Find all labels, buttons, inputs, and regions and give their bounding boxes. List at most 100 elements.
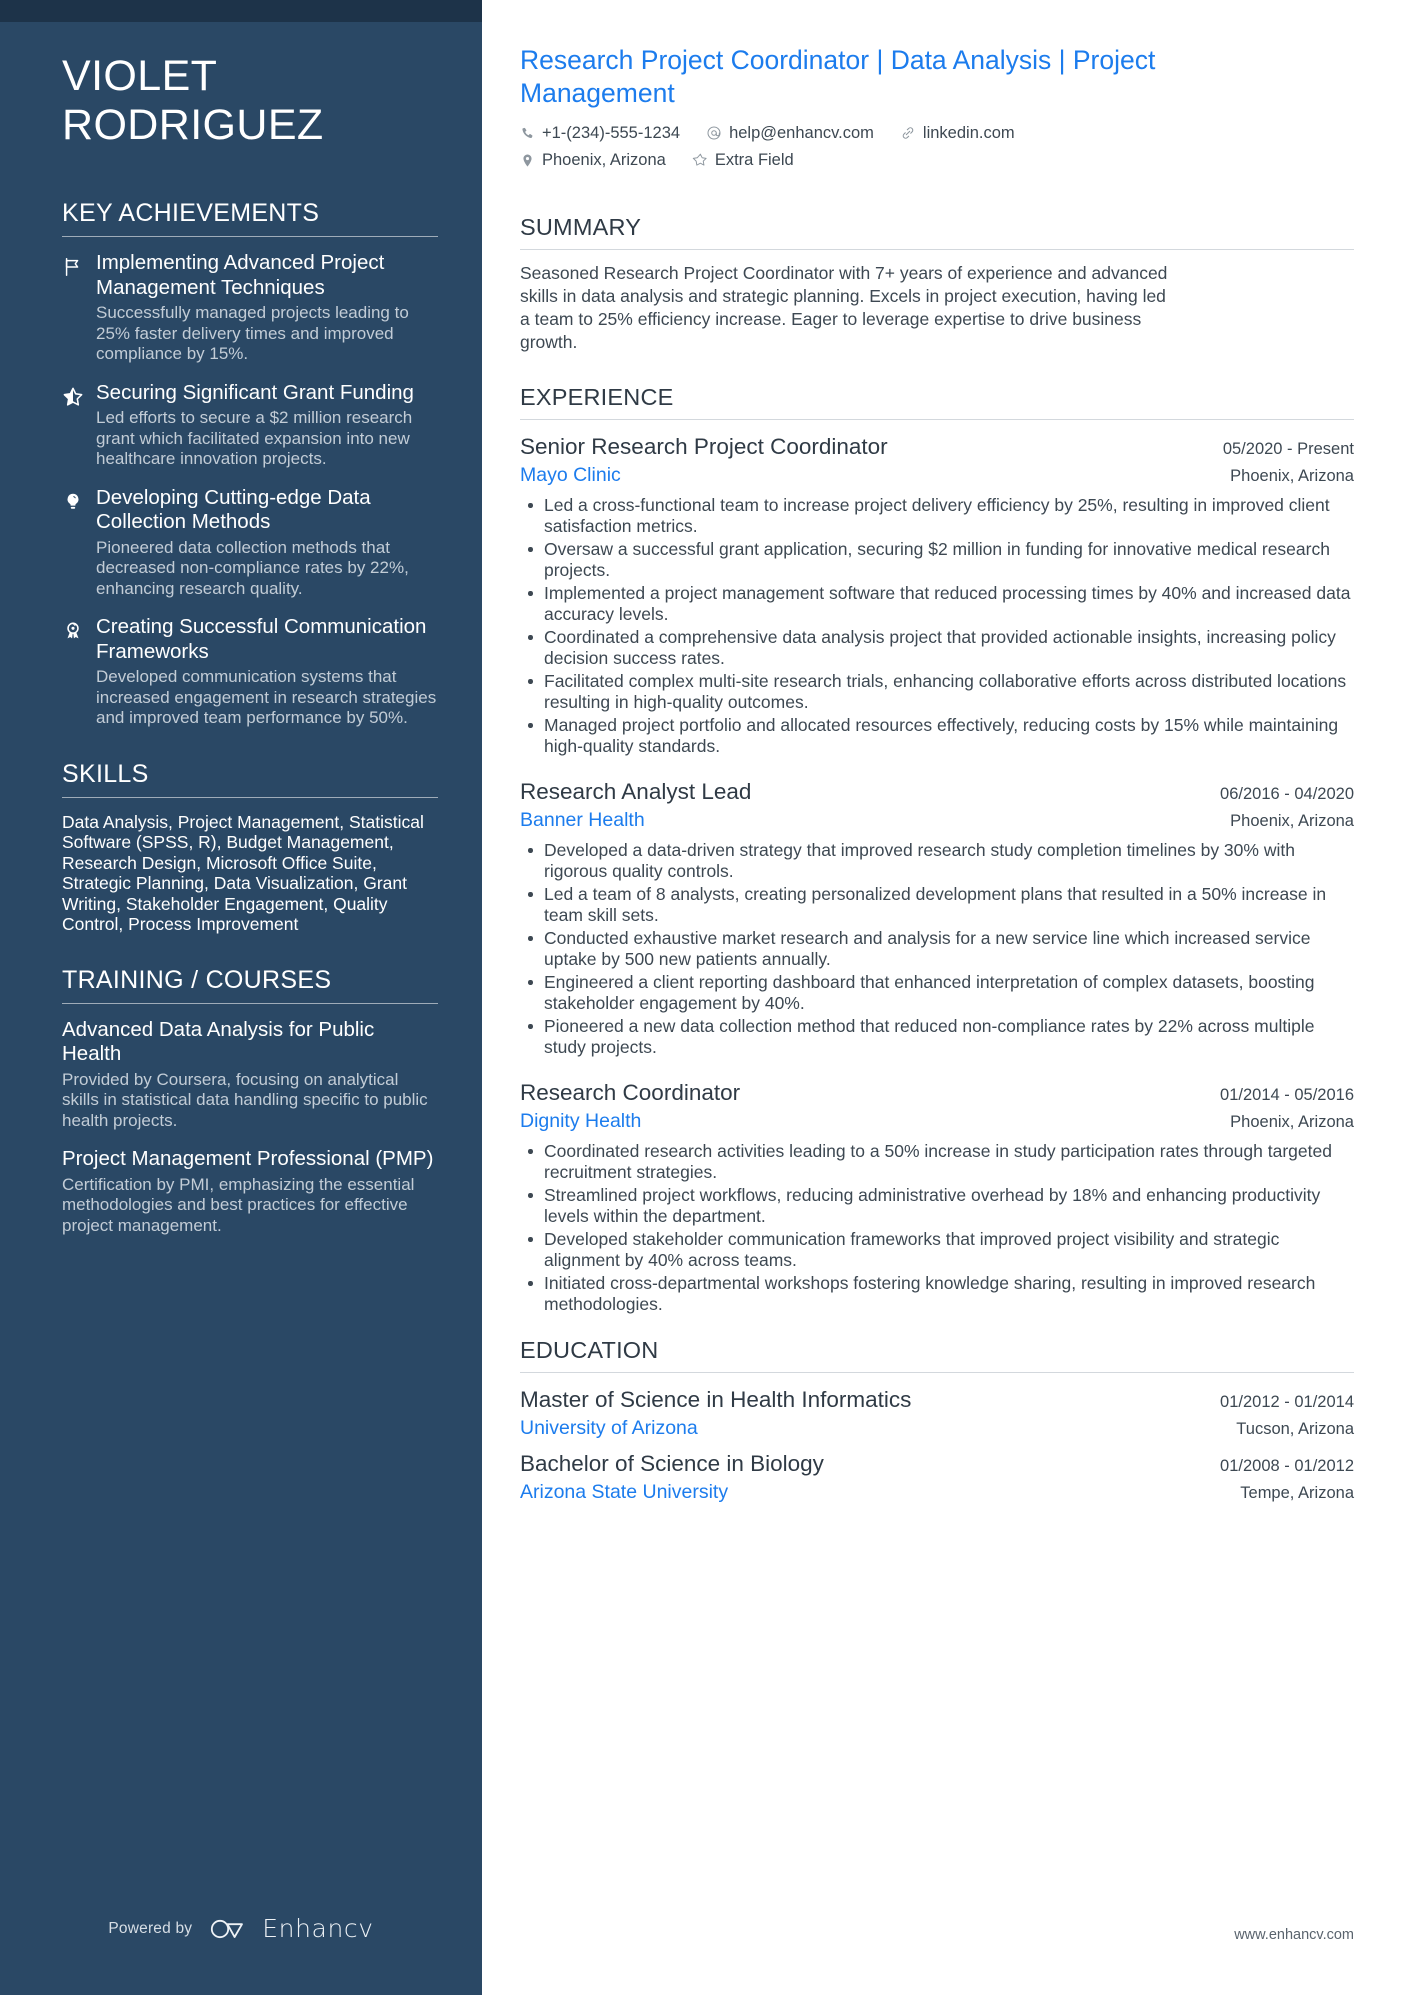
achievement-item: Implementing Advanced Project Management… (62, 251, 438, 365)
training-courses-section: TRAINING / COURSES Advanced Data Analysi… (62, 965, 438, 1237)
experience-heading: EXPERIENCE (520, 384, 674, 410)
job-bullet: Led a team of 8 analysts, creating perso… (520, 884, 1354, 925)
location-pin-icon (523, 154, 532, 166)
award-ribbon-icon (62, 615, 96, 642)
achievement-description: Successfully managed projects leading to… (96, 303, 409, 363)
job-bullet: Managed project portfolio and allocated … (520, 715, 1354, 756)
course-item: Advanced Data Analysis for Public Health… (62, 1018, 438, 1132)
job-bullet: Facilitated complex multi-site research … (520, 671, 1354, 712)
lightbulb-icon (62, 486, 96, 513)
employer-name[interactable]: Dignity Health (520, 1108, 641, 1134)
divider (62, 1002, 438, 1004)
job-date-range: 05/2020 - Present (1222, 440, 1354, 458)
skills-list: Data Analysis, Project Management, Stati… (62, 811, 424, 935)
powered-by-label: Powered by (108, 1919, 193, 1937)
experience-section: EXPERIENCE Senior Research Project Coord… (520, 382, 1354, 1314)
achievement-title: Developing Cutting-edge Data Collection … (96, 485, 371, 534)
divider (520, 1372, 1354, 1373)
job-bullet: Developed stakeholder communication fram… (520, 1229, 1354, 1270)
achievement-title: Creating Successful Communication Framew… (96, 615, 427, 663)
contact-extra-field: Extra Field (692, 148, 794, 172)
resume-page: VIOLET RODRIGUEZ KEY ACHIEVEMENTS Implem… (0, 0, 1410, 1995)
employer-name[interactable]: Mayo Clinic (520, 462, 621, 488)
achievement-title: Implementing Advanced Project Management… (96, 251, 385, 299)
sidebar-top-accent-bar (0, 0, 482, 22)
education-section: EDUCATION Master of Science in Health In… (520, 1335, 1354, 1505)
degree-title: Master of Science in Health Informatics (520, 1387, 912, 1412)
job-bullet: Implemented a project management softwar… (520, 583, 1354, 624)
divider (520, 249, 1354, 250)
school-name[interactable]: University of Arizona (520, 1415, 698, 1441)
skills-heading: SKILLS (62, 759, 149, 788)
achievement-title: Securing Significant Grant Funding (96, 380, 414, 404)
degree-date-range: 01/2012 - 01/2014 (1220, 1393, 1354, 1411)
job-bullet: Led a cross-functional team to increase … (520, 495, 1354, 536)
achievement-description: Developed communication systems that inc… (96, 667, 437, 727)
key-achievements-heading: KEY ACHIEVEMENTS (62, 199, 320, 227)
course-description: Certification by PMI, emphasizing the es… (62, 1174, 415, 1235)
page-title: Research Project Coordinator | Data Anal… (520, 45, 1156, 108)
job-title: Research Coordinator (520, 1080, 741, 1105)
contact-row-primary: +1-(234)-555-1234 help@enhancv.com linke… (520, 121, 1354, 145)
job-bullet: Developed a data-driven strategy that im… (520, 840, 1354, 881)
divider (520, 419, 1354, 420)
job-date-range: 01/2014 - 05/2016 (1220, 1086, 1354, 1104)
contact-location-text: Phoenix, Arizona (542, 151, 666, 169)
contact-row-secondary: Phoenix, Arizona Extra Field (520, 148, 1354, 172)
achievement-description: Led efforts to secure a $2 million resea… (96, 408, 413, 468)
link-icon (902, 127, 914, 139)
phone-icon (522, 127, 533, 138)
enhancv-wordmark: Enhancv (262, 1914, 374, 1943)
course-title: Advanced Data Analysis for Public Health (62, 1017, 375, 1066)
candidate-last-name: RODRIGUEZ (62, 101, 324, 149)
education-entry: Master of Science in Health Informatics … (520, 1385, 1354, 1441)
job-bullet-list: Coordinated research activities leading … (520, 1141, 1354, 1314)
sidebar: VIOLET RODRIGUEZ KEY ACHIEVEMENTS Implem… (0, 0, 482, 1995)
experience-entry: Research Analyst Lead 06/2016 - 04/2020 … (520, 777, 1354, 1057)
job-location: Phoenix, Arizona (1230, 1113, 1354, 1131)
divider (62, 236, 438, 237)
main-content: Research Project Coordinator | Data Anal… (482, 0, 1410, 1995)
key-achievements-section: KEY ACHIEVEMENTS Implementing Advanced P… (62, 198, 438, 729)
job-location: Phoenix, Arizona (1230, 467, 1354, 485)
contact-info: +1-(234)-555-1234 help@enhancv.com linke… (520, 121, 1354, 172)
school-location: Tucson, Arizona (1236, 1420, 1354, 1438)
job-bullet: Conducted exhaustive market research and… (520, 928, 1354, 969)
course-description: Provided by Coursera, focusing on analyt… (62, 1069, 428, 1130)
contact-phone[interactable]: +1-(234)-555-1234 (520, 121, 680, 145)
contact-linkedin[interactable]: linkedin.com (900, 121, 1015, 145)
experience-entry: Research Coordinator 01/2014 - 05/2016 D… (520, 1078, 1354, 1314)
contact-linkedin-text: linkedin.com (922, 124, 1015, 142)
at-email-icon (707, 126, 721, 140)
contact-email-text: help@enhancv.com (729, 124, 874, 142)
summary-section: SUMMARY Seasoned Research Project Coordi… (520, 212, 1354, 354)
course-title: Project Management Professional (PMP) (62, 1147, 434, 1170)
job-title: Senior Research Project Coordinator (520, 434, 888, 459)
summary-text: Seasoned Research Project Coordinator wi… (520, 263, 1168, 352)
contact-phone-text: +1-(234)-555-1234 (542, 124, 681, 142)
skills-section: SKILLS Data Analysis, Project Management… (62, 759, 438, 935)
achievement-item: Developing Cutting-edge Data Collection … (62, 486, 438, 600)
star-half-icon (62, 381, 96, 408)
contact-email[interactable]: help@enhancv.com (706, 121, 874, 145)
contact-location: Phoenix, Arizona (520, 148, 666, 172)
job-date-range: 06/2016 - 04/2020 (1220, 785, 1354, 803)
education-entry: Bachelor of Science in Biology 01/2008 -… (520, 1449, 1354, 1505)
contact-extra-field-text: Extra Field (714, 151, 794, 169)
footer-website-url[interactable]: www.enhancv.com (1234, 1927, 1354, 1943)
degree-title: Bachelor of Science in Biology (520, 1451, 824, 1476)
achievement-item: Securing Significant Grant Funding Led e… (62, 381, 438, 470)
achievement-description: Pioneered data collection methods that d… (96, 537, 409, 598)
job-bullet: Streamlined project workflows, reducing … (520, 1185, 1354, 1226)
job-bullet: Pioneered a new data collection method t… (520, 1016, 1354, 1057)
sidebar-footer: Powered by Enhancv (0, 1914, 482, 1943)
achievement-item: Creating Successful Communication Framew… (62, 615, 438, 729)
employer-name[interactable]: Banner Health (520, 807, 645, 833)
job-bullet: Coordinated research activities leading … (520, 1141, 1354, 1182)
degree-date-range: 01/2008 - 01/2012 (1220, 1457, 1354, 1475)
star-outline-icon (692, 153, 707, 166)
training-courses-heading: TRAINING / COURSES (62, 965, 332, 994)
school-name[interactable]: Arizona State University (520, 1479, 728, 1505)
education-heading: EDUCATION (520, 1337, 659, 1363)
job-title: Research Analyst Lead (520, 779, 752, 804)
